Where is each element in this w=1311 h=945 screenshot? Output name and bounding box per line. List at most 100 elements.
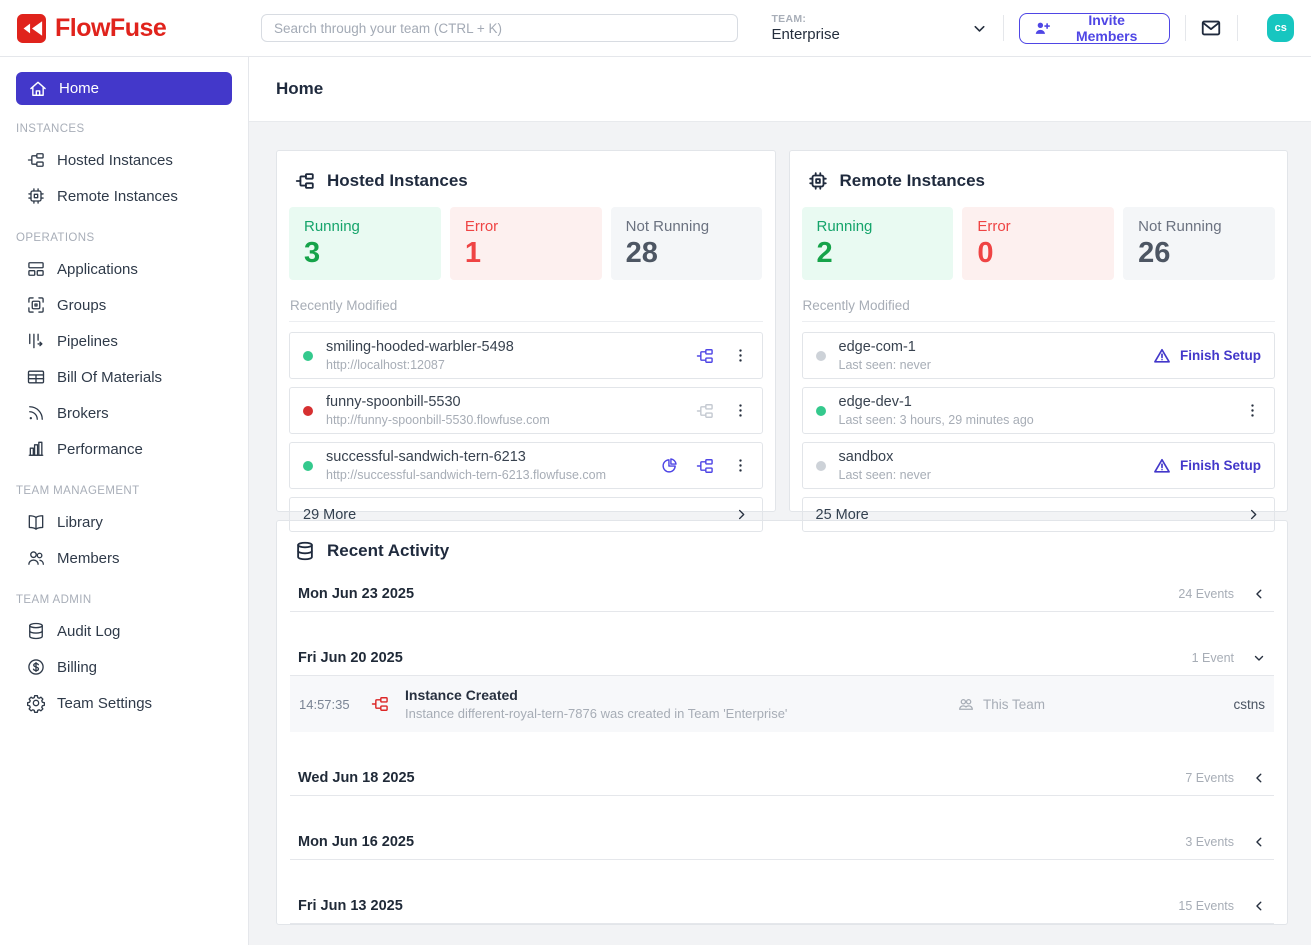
stat-tile-not-running: Not Running 28 [611,207,763,280]
activity-group-header[interactable]: Fri Jun 20 2025 1 Event [290,641,1274,676]
chip-icon [26,186,46,206]
content-area: Hosted Instances Running 3 Error 1 Not R… [249,122,1311,945]
chevron-left-icon [1252,587,1266,601]
warning-triangle-icon [1152,456,1172,476]
instance-created-icon [370,694,390,714]
activity-group-header[interactable]: Mon Jun 16 2025 3 Events [290,825,1274,860]
pipelines-icon [26,331,46,351]
open-editor-button[interactable] [695,346,715,366]
event-description: Instance different-royal-tern-7876 was c… [405,706,787,721]
search-input[interactable] [261,14,738,42]
card-title: Recent Activity [327,541,449,561]
flowfuse-logo[interactable]: FlowFuse [0,14,249,43]
sidebar-item-members[interactable]: Members [16,540,232,576]
open-editor-button[interactable] [695,456,715,476]
stat-tile-running: Running 3 [289,207,441,280]
sidebar: Home INSTANCES Hosted Instances Remote I… [0,57,249,945]
chevron-down-icon [1252,651,1266,665]
database-icon [26,621,46,641]
event-user: cstns [1060,697,1265,712]
status-dot-never-seen [816,351,826,361]
event-title: Instance Created [405,687,787,703]
kebab-menu-button[interactable] [1244,402,1261,419]
table-icon [26,367,46,387]
team-name: Enterprise [771,26,839,43]
sidebar-item-hosted-instances[interactable]: Hosted Instances [16,142,232,178]
sidebar-item-remote-instances[interactable]: Remote Instances [16,178,232,214]
activity-group: Mon Jun 16 2025 3 Events [290,825,1274,860]
kebab-menu-button[interactable] [732,457,749,474]
sidebar-section-instances: INSTANCES [16,123,232,135]
sidebar-section-team-admin: TEAM ADMIN [16,594,232,606]
hosted-more-link[interactable]: 29 More [289,497,763,532]
hosted-instance-row[interactable]: successful-sandwich-tern-6213 http://suc… [289,442,763,489]
chevron-down-icon [971,20,988,37]
divider [1185,15,1186,41]
remote-instance-row[interactable]: edge-com-1 Last seen: never Finish Setup [802,332,1276,379]
remote-instance-row[interactable]: edge-dev-1 Last seen: 3 hours, 29 minute… [802,387,1276,434]
sidebar-item-library[interactable]: Library [16,504,232,540]
sidebar-item-team-settings[interactable]: Team Settings [16,685,232,721]
chevron-left-icon [1252,835,1266,849]
hosted-instance-row[interactable]: smiling-hooded-warbler-5498 http://local… [289,332,763,379]
finish-setup-button[interactable]: Finish Setup [1152,456,1261,476]
sidebar-item-brokers[interactable]: Brokers [16,395,232,431]
chip-icon [807,170,829,192]
sidebar-item-billing[interactable]: Billing [16,649,232,685]
status-dot-running [303,461,313,471]
divider [1237,15,1238,41]
hosted-instance-row[interactable]: funny-spoonbill-5530 http://funny-spoonb… [289,387,763,434]
team-selector[interactable]: TEAM: Enterprise [771,13,987,43]
logo-text: FlowFuse [55,14,166,43]
recent-activity-card: Recent Activity Mon Jun 23 2025 24 Event… [276,520,1288,925]
dashboard-button[interactable] [661,457,678,474]
kebab-menu-button[interactable] [732,347,749,364]
divider [802,321,1276,322]
top-bar: FlowFuse TEAM: Enterprise Invite Members… [0,0,1311,57]
activity-group-header[interactable]: Mon Jun 23 2025 24 Events [290,577,1274,612]
sidebar-item-bill-of-materials[interactable]: Bill Of Materials [16,359,232,395]
notifications-button[interactable] [1200,17,1222,39]
page-title: Home [276,79,323,99]
team-label: TEAM: [771,13,839,25]
activity-group: Fri Jun 13 2025 15 Events [290,889,1274,924]
gear-icon [26,693,46,713]
activity-group: Mon Jun 23 2025 24 Events [290,577,1274,612]
remote-more-link[interactable]: 25 More [802,497,1276,532]
flowfuse-app: FlowFuse TEAM: Enterprise Invite Members… [0,0,1311,945]
status-dot-never-seen [816,461,826,471]
chevron-right-icon [734,507,749,522]
hosted-instances-card: Hosted Instances Running 3 Error 1 Not R… [276,150,776,512]
card-title: Hosted Instances [327,171,468,191]
user-avatar[interactable]: cs [1267,14,1294,42]
sidebar-item-groups[interactable]: Groups [16,287,232,323]
rss-icon [26,403,46,423]
groups-chip-icon [26,295,46,315]
bar-chart-icon [26,439,46,459]
sidebar-section-team-management: TEAM MANAGEMENT [16,485,232,497]
warning-triangle-icon [1152,346,1172,366]
sidebar-item-performance[interactable]: Performance [16,431,232,467]
recently-modified-label: Recently Modified [290,298,763,313]
invite-members-button[interactable]: Invite Members [1019,13,1170,44]
chevron-left-icon [1252,899,1266,913]
sidebar-item-applications[interactable]: Applications [16,251,232,287]
kebab-menu-button[interactable] [732,402,749,419]
team-icon [957,695,975,713]
open-editor-icon-disabled [695,401,715,421]
page-header: Home [249,57,1311,122]
activity-group-header[interactable]: Fri Jun 13 2025 15 Events [290,889,1274,924]
stat-tile-error: Error 1 [450,207,602,280]
activity-group: Fri Jun 20 2025 1 Event 14:57:35 Instanc… [290,641,1274,732]
remote-instance-row[interactable]: sandbox Last seen: never Finish Setup [802,442,1276,489]
status-dot-running [816,406,826,416]
users-icon [26,548,46,568]
sidebar-item-audit-log[interactable]: Audit Log [16,613,232,649]
sidebar-item-pipelines[interactable]: Pipelines [16,323,232,359]
activity-group-header[interactable]: Wed Jun 18 2025 7 Events [290,761,1274,796]
divider [289,321,763,322]
activity-group: Wed Jun 18 2025 7 Events [290,761,1274,796]
finish-setup-button[interactable]: Finish Setup [1152,346,1261,366]
dollar-circle-icon [26,657,46,677]
sidebar-item-home[interactable]: Home [16,72,232,105]
